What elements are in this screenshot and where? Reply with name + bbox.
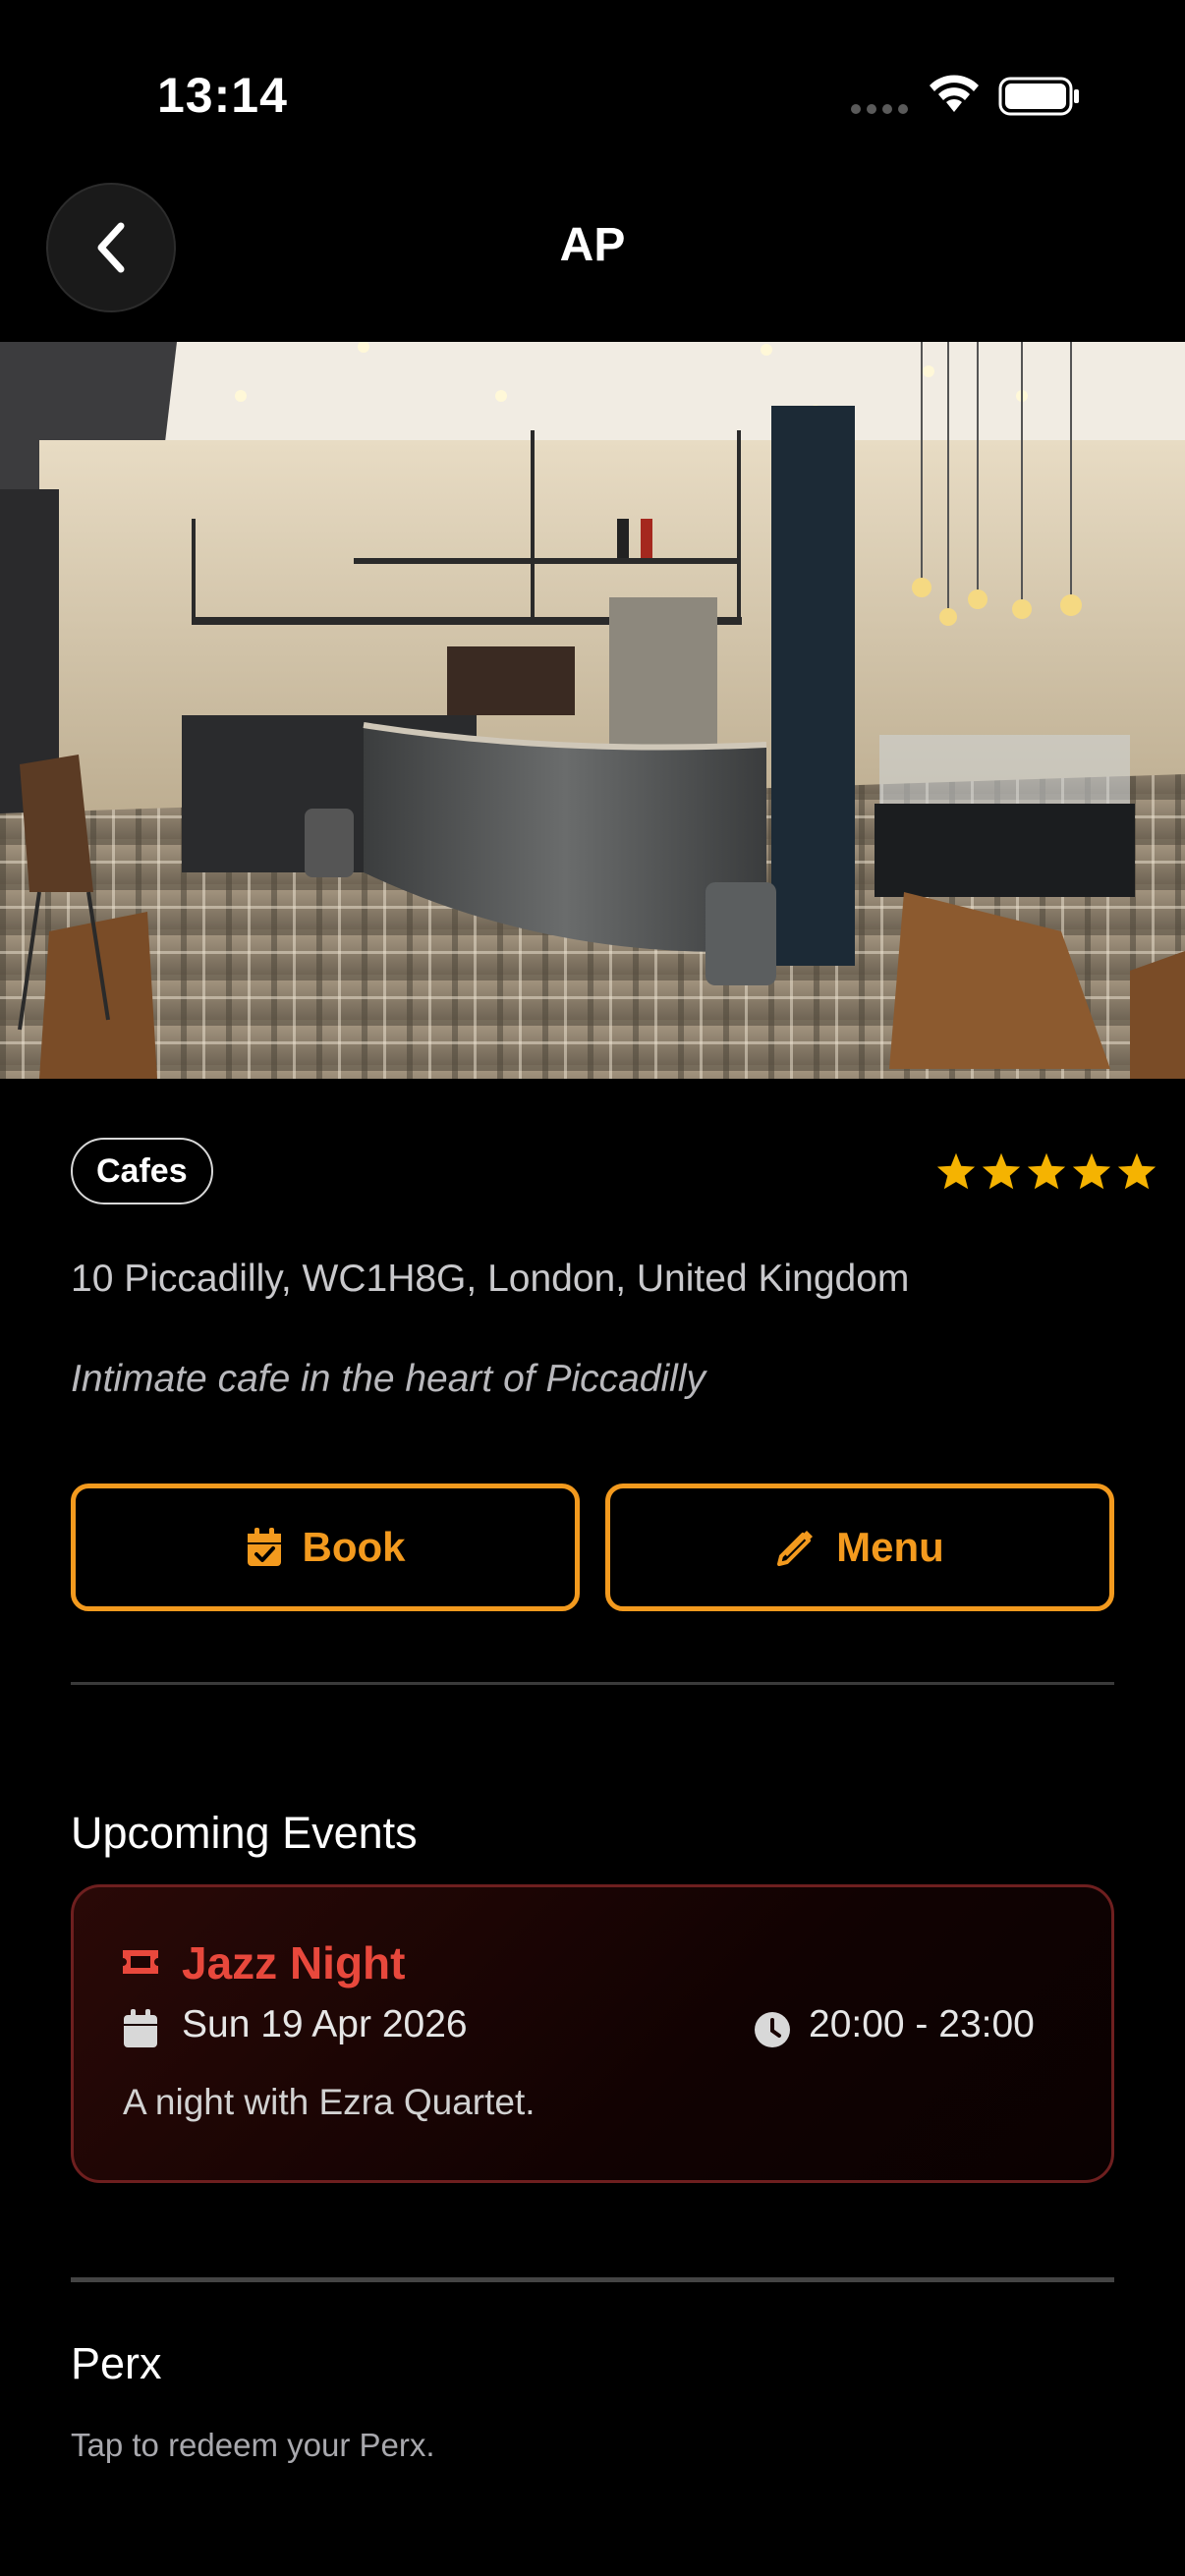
event-title: Jazz Night xyxy=(182,1937,406,1988)
book-button-label: Book xyxy=(302,1524,406,1570)
venue-photo xyxy=(0,342,1185,1079)
category-badge[interactable]: Cafes xyxy=(71,1138,213,1204)
star-icon xyxy=(1117,1152,1157,1190)
events-heading: Upcoming Events xyxy=(71,1808,418,1858)
book-button[interactable]: Book xyxy=(71,1484,580,1611)
perx-redeem-link[interactable]: Tap to redeem your Perx. xyxy=(71,2427,435,2464)
event-time: 20:00 - 23:00 xyxy=(809,2003,1035,2045)
calendar-check-icon xyxy=(247,1528,281,1566)
cellular-signal-icon xyxy=(851,104,908,114)
section-divider xyxy=(71,2277,1114,2282)
star-icon xyxy=(982,1152,1021,1190)
ticket-icon xyxy=(121,1948,160,1981)
perx-heading: Perx xyxy=(71,2338,162,2388)
battery-icon xyxy=(998,77,1081,121)
page-title: AP xyxy=(559,219,626,271)
clock-icon xyxy=(754,2011,791,2053)
status-time: 13:14 xyxy=(157,68,288,123)
event-date: Sun 19 Apr 2026 xyxy=(182,2003,468,2045)
star-icon xyxy=(1072,1152,1111,1190)
venue-description: Intimate cafe in the heart of Piccadilly xyxy=(71,1358,705,1400)
star-icon xyxy=(1027,1152,1066,1190)
star-rating xyxy=(935,1151,1157,1191)
venue-address: 10 Piccadilly, WC1H8G, London, United Ki… xyxy=(71,1258,910,1300)
event-card[interactable]: Jazz Night Sun 19 Apr 2026 20:00 - 23:00… xyxy=(71,1884,1114,2183)
pencil-icon xyxy=(777,1531,814,1566)
section-divider xyxy=(71,1682,1114,1685)
event-description: A night with Ezra Quartet. xyxy=(123,2082,536,2122)
star-icon xyxy=(936,1152,976,1190)
calendar-icon xyxy=(123,2009,158,2053)
menu-button-label: Menu xyxy=(836,1524,944,1570)
menu-button[interactable]: Menu xyxy=(605,1484,1114,1611)
wifi-icon xyxy=(927,73,982,119)
